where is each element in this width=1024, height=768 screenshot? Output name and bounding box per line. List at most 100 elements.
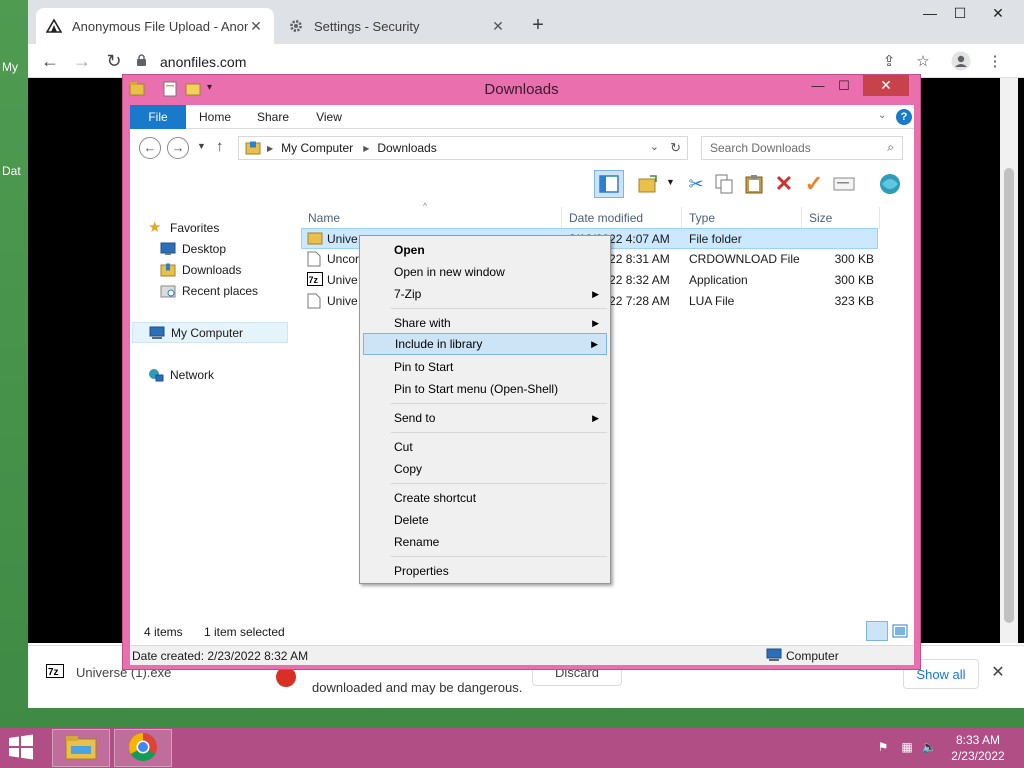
column-divider[interactable] [801, 207, 802, 229]
back-arrow-icon[interactable]: ← [139, 137, 161, 159]
downloads-folder-icon [160, 263, 176, 277]
menu-item-share-with[interactable]: Share with ▶ [363, 312, 607, 334]
tab-close-icon[interactable]: ✕ [490, 18, 506, 35]
refresh-icon[interactable]: ↻ [670, 140, 681, 156]
start-button[interactable] [6, 734, 42, 764]
file-size: 323 KB [834, 294, 874, 308]
large-icons-view-icon[interactable] [892, 621, 910, 641]
paste-clipboard-icon[interactable] [740, 170, 768, 198]
url-bar[interactable]: anonfiles.com [136, 49, 864, 75]
file-explorer-folder-icon [65, 734, 97, 763]
menu-item-create-shortcut[interactable]: Create shortcut [363, 487, 607, 509]
cut-scissors-icon[interactable]: ✂ [682, 170, 710, 198]
column-type[interactable]: Type [689, 211, 715, 225]
menu-item-include-in-library[interactable]: Include in library ▶ [363, 333, 607, 355]
rename-icon[interactable] [830, 170, 858, 198]
close-icon[interactable]: ✕ [988, 662, 1008, 682]
close-button[interactable]: ✕ [980, 2, 1016, 24]
menu-item-7zip[interactable]: 7-Zip ▶ [363, 283, 607, 305]
share-icon[interactable]: ⇪ [878, 51, 900, 73]
menu-item-open[interactable]: Open [363, 239, 607, 261]
file-type: CRDOWNLOAD File [689, 252, 800, 266]
bookmark-star-icon[interactable]: ☆ [912, 51, 934, 73]
delete-x-icon[interactable]: ✕ [770, 170, 798, 198]
menu-item-rename[interactable]: Rename [363, 531, 607, 553]
maximize-button[interactable]: ☐ [942, 2, 978, 24]
menu-kebab-icon[interactable]: ⋮ [984, 51, 1006, 73]
menu-item-send-to[interactable]: Send to ▶ [363, 407, 607, 429]
menu-item-pin-to-start[interactable]: Pin to Start [363, 356, 607, 378]
back-arrow-icon[interactable]: ← [38, 50, 62, 72]
copy-icon[interactable] [710, 170, 738, 198]
tab-home[interactable]: Home [192, 105, 238, 129]
menu-item-pin-to-start-menu[interactable]: Pin to Start menu (Open-Shell) [363, 378, 607, 400]
system-clock[interactable]: 8:33 AM 2/23/2022 [938, 732, 1018, 764]
menu-separator [391, 308, 607, 309]
recent-locations-dropdown-icon[interactable]: ▼ [197, 141, 206, 151]
minimize-button[interactable]: — [805, 76, 831, 96]
help-icon[interactable]: ? [896, 109, 912, 125]
scrollbar-thumb[interactable] [1004, 168, 1014, 623]
file-icon [307, 251, 321, 270]
shell-globe-icon[interactable] [876, 170, 904, 198]
tab-share[interactable]: Share [250, 105, 296, 129]
column-divider[interactable] [561, 207, 562, 229]
forward-arrow-icon[interactable]: → [167, 137, 189, 159]
nav-downloads[interactable]: Downloads [148, 259, 288, 280]
menu-item-delete[interactable]: Delete [363, 509, 607, 531]
menu-item-label: Copy [394, 462, 423, 476]
browser-tab-anonfiles[interactable]: Anonymous File Upload - AnonF ✕ [36, 8, 274, 44]
nav-label: Desktop [182, 241, 227, 256]
tab-close-icon[interactable]: ✕ [248, 18, 264, 35]
menu-item-copy[interactable]: Copy [363, 458, 607, 480]
menu-item-cut[interactable]: Cut [363, 436, 607, 458]
tab-file[interactable]: File [130, 105, 186, 129]
nav-desktop[interactable]: Desktop [148, 238, 288, 259]
date-created-text: Date created: 2/23/2022 8:32 AM [132, 649, 309, 663]
close-button[interactable]: ✕ [863, 75, 909, 96]
search-input[interactable]: Search Downloads ⌕ [701, 136, 903, 160]
new-tab-button[interactable]: + [526, 14, 550, 38]
breadcrumb-downloads[interactable]: Downloads [377, 141, 436, 155]
profile-avatar-icon[interactable] [950, 51, 972, 73]
column-divider[interactable] [681, 207, 682, 229]
tab-view[interactable]: View [306, 105, 352, 129]
menu-item-open-new-window[interactable]: Open in new window [363, 261, 607, 283]
nav-recent-places[interactable]: Recent places [148, 280, 288, 301]
search-placeholder: Search Downloads [710, 141, 811, 155]
checkmark-icon[interactable]: ✓ [800, 170, 828, 198]
7zip-icon: 7z [46, 664, 64, 680]
dropdown-arrow-icon[interactable]: ▼ [666, 177, 675, 187]
file-type: LUA File [689, 294, 735, 308]
explorer-title: Downloads [484, 81, 559, 98]
network-tray-icon[interactable]: ▦ [898, 740, 916, 756]
action-center-flag-icon[interactable]: ⚑ [874, 740, 892, 756]
nav-network[interactable]: Network [148, 364, 288, 385]
breadcrumb-my-computer[interactable]: My Computer [281, 141, 353, 155]
forward-arrow-icon[interactable]: → [70, 50, 94, 72]
menu-item-properties[interactable]: Properties [363, 560, 607, 582]
new-folder-icon[interactable] [634, 170, 662, 198]
file-name: Unive [327, 273, 358, 287]
explorer-address-bar[interactable]: ▶ My Computer ▶ Downloads ⌄ ↻ [238, 136, 688, 160]
taskbar-file-explorer[interactable] [52, 729, 110, 767]
column-date-modified[interactable]: Date modified [569, 211, 643, 225]
address-dropdown-icon[interactable]: ⌄ [650, 140, 659, 153]
column-size[interactable]: Size [809, 211, 832, 225]
volume-muted-icon[interactable]: 🔈 [920, 740, 938, 756]
network-icon [148, 368, 164, 382]
browser-tab-settings[interactable]: Settings - Security ✕ [278, 8, 516, 44]
maximize-button[interactable]: ☐ [831, 76, 857, 96]
recent-places-icon [160, 284, 176, 298]
nav-favorites[interactable]: ★ Favorites [148, 217, 288, 238]
taskbar-chrome[interactable] [114, 729, 172, 767]
column-divider[interactable] [879, 207, 880, 229]
column-name[interactable]: Name [308, 211, 340, 225]
ribbon-expand-chevron-icon[interactable]: ⌄ [878, 110, 886, 121]
up-arrow-icon[interactable]: ↑ [216, 138, 224, 155]
nav-my-computer[interactable]: My Computer [132, 322, 288, 343]
reload-icon[interactable]: ↻ [102, 50, 126, 72]
nav-label: Favorites [170, 220, 220, 235]
details-view-icon[interactable] [866, 621, 888, 641]
preview-pane-icon[interactable] [594, 170, 624, 198]
